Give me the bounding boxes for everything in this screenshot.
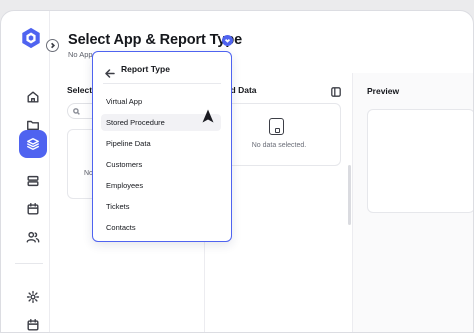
dropdown-divider bbox=[103, 83, 221, 84]
sidebar bbox=[1, 11, 50, 332]
calendar-icon bbox=[27, 203, 39, 215]
sidebar-item-settings[interactable] bbox=[19, 283, 47, 311]
empty-data-icon bbox=[269, 118, 284, 135]
dropdown-item-employees[interactable]: Employees bbox=[101, 177, 221, 194]
preview-card bbox=[367, 109, 473, 213]
report-type-dropdown: Report Type Virtual App Stored Procedure… bbox=[92, 51, 232, 242]
app-window: Select App & Report Type No App Select N… bbox=[0, 10, 474, 333]
back-button[interactable] bbox=[105, 65, 115, 78]
layers-icon bbox=[27, 138, 39, 150]
dropdown-item-contacts[interactable]: Contacts bbox=[101, 219, 221, 236]
scrollbar[interactable] bbox=[348, 165, 351, 225]
search-icon bbox=[73, 108, 80, 115]
sidebar-item-schedule[interactable] bbox=[19, 311, 47, 332]
preview-heading: Preview bbox=[367, 86, 400, 96]
sidebar-toggle-button[interactable] bbox=[46, 39, 59, 52]
chevron-down-icon bbox=[224, 39, 231, 43]
sidebar-item-server[interactable] bbox=[19, 167, 47, 195]
dropdown-item-virtual-app[interactable]: Virtual App bbox=[101, 93, 221, 110]
settings-icon bbox=[26, 290, 40, 304]
page-title: Select App & Report Type bbox=[68, 32, 243, 48]
dropdown-item-customers[interactable]: Customers bbox=[101, 156, 221, 173]
sidebar-item-layers[interactable] bbox=[19, 130, 47, 158]
panel-toggle-button[interactable] bbox=[331, 84, 341, 97]
dropdown-item-pipeline-data[interactable]: Pipeline Data bbox=[101, 135, 221, 152]
preview-panel: Preview bbox=[353, 73, 473, 332]
chevron-right-icon bbox=[51, 42, 56, 49]
server-icon bbox=[27, 175, 39, 187]
app-logo-icon bbox=[22, 27, 40, 49]
dropdown-item-tickets[interactable]: Tickets bbox=[101, 198, 221, 215]
sidebar-item-calendar[interactable] bbox=[19, 195, 47, 223]
page-subtitle: No App bbox=[68, 50, 93, 59]
select-panel-heading: Select bbox=[67, 85, 93, 95]
home-icon bbox=[27, 91, 39, 103]
sidebar-divider bbox=[15, 263, 43, 264]
arrow-left-icon bbox=[105, 69, 115, 78]
sidebar-item-users[interactable] bbox=[19, 223, 47, 251]
mouse-cursor-icon bbox=[202, 109, 214, 123]
users-icon bbox=[26, 231, 40, 243]
sidebar-item-home[interactable] bbox=[19, 83, 47, 111]
sidebar-panel-icon bbox=[331, 87, 341, 97]
title-dropdown-button[interactable] bbox=[222, 35, 233, 46]
dropdown-title: Report Type bbox=[121, 64, 170, 74]
calendar-bottom-icon bbox=[27, 319, 39, 331]
